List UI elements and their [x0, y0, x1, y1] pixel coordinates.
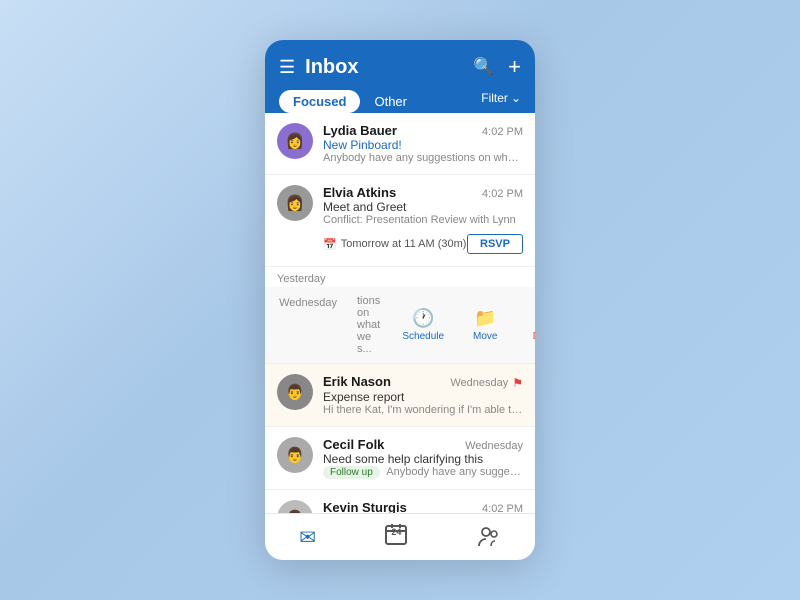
rsvp-time: 📅 Tomorrow at 11 AM (30m)	[323, 238, 466, 251]
move-icon: 📁	[474, 308, 496, 329]
add-icon[interactable]: +	[508, 54, 521, 80]
email-time: 4:02 PM	[482, 503, 523, 513]
move-label: Move	[473, 331, 497, 342]
header-right: 🔍 +	[473, 54, 521, 80]
email-preview: Hi there Kat, I'm wondering if I'm able …	[323, 404, 523, 416]
tab-focused[interactable]: Focused	[279, 90, 360, 113]
schedule-label: Schedule	[402, 331, 444, 342]
phone-container: ☰ Inbox 🔍 + Focused Other Filter ⌄ 👩	[265, 40, 535, 560]
calendar-icon: 📅	[323, 238, 337, 251]
sender-name: Erik Nason	[323, 374, 391, 389]
sender-name: Cecil Folk	[323, 437, 384, 452]
email-header-row: Erik Nason Wednesday ⚑	[323, 374, 523, 390]
email-time: 4:02 PM	[482, 126, 523, 138]
email-time: Wednesday	[465, 440, 523, 452]
page-title: Inbox	[305, 56, 358, 79]
email-preview: Follow up Anybody have any suggestions o…	[323, 466, 523, 479]
tab-row: Focused Other Filter ⌄	[279, 90, 521, 113]
email-header-row: Elvia Atkins 4:02 PM	[323, 185, 523, 200]
avatar-erik: 👨	[277, 374, 313, 410]
search-icon[interactable]: 🔍	[473, 57, 494, 77]
email-header-row: Cecil Folk Wednesday	[323, 437, 523, 452]
email-content-elvia: Elvia Atkins 4:02 PM Meet and Greet Conf…	[323, 185, 523, 256]
mail-icon: ✉	[299, 525, 316, 550]
filter-button[interactable]: Filter ⌄	[481, 91, 521, 113]
email-header-row: Kevin Sturgis 4:02 PM	[323, 500, 523, 513]
email-content-erik: Erik Nason Wednesday ⚑ Expense report Hi…	[323, 374, 523, 416]
people-icon	[477, 525, 501, 549]
menu-icon[interactable]: ☰	[279, 57, 295, 78]
email-subject: Expense report	[323, 390, 523, 404]
email-subject: New Pinboard!	[323, 138, 523, 152]
email-content-cecil: Cecil Folk Wednesday Need some help clar…	[323, 437, 523, 479]
email-content-kevin: Kevin Sturgis 4:02 PM	[323, 500, 523, 513]
nav-mail[interactable]: ✉	[299, 525, 316, 550]
email-item-erik[interactable]: 👨 Erik Nason Wednesday ⚑ Expense report …	[265, 364, 535, 427]
header-top: ☰ Inbox 🔍 +	[279, 54, 521, 80]
avatar-lydia: 👩	[277, 123, 313, 159]
sender-name: Elvia Atkins	[323, 185, 396, 200]
email-header-row: Lydia Bauer 4:02 PM	[323, 123, 523, 138]
calendar-icon: 24	[384, 522, 408, 552]
rsvp-button[interactable]: RSVP	[467, 234, 523, 254]
flag-icon: ⚑	[512, 376, 523, 390]
sender-name: Lydia Bauer	[323, 123, 397, 138]
header-left: ☰ Inbox	[279, 56, 358, 79]
avatar-elvia: 👩	[277, 185, 313, 221]
email-subject: Need some help clarifying this	[323, 452, 523, 466]
bottom-nav: ✉ 24	[265, 513, 535, 560]
time-flag-group: Wednesday ⚑	[450, 376, 523, 390]
schedule-action-button[interactable]: 🕐 Schedule	[392, 287, 454, 363]
email-time: Wednesday	[450, 377, 508, 389]
action-buttons: 🕐 Schedule 📁 Move 🗑 Delete	[392, 287, 535, 363]
chevron-down-icon: ⌄	[511, 91, 521, 105]
swiped-preview: tions on what we s...	[345, 287, 392, 363]
nav-people[interactable]	[477, 525, 501, 549]
email-item-lydia[interactable]: 👩 Lydia Bauer 4:02 PM New Pinboard! Anyb…	[265, 113, 535, 175]
email-item-cecil[interactable]: 👨 Cecil Folk Wednesday Need some help cl…	[265, 427, 535, 490]
email-item-kevin[interactable]: 👨 Kevin Sturgis 4:02 PM	[265, 490, 535, 513]
rsvp-row: 📅 Tomorrow at 11 AM (30m) RSVP	[323, 230, 523, 256]
move-action-button[interactable]: 📁 Move	[454, 287, 516, 363]
email-content-lydia: Lydia Bauer 4:02 PM New Pinboard! Anybod…	[323, 123, 523, 164]
email-item-elvia[interactable]: 👩 Elvia Atkins 4:02 PM Meet and Greet Co…	[265, 175, 535, 267]
delete-action-button[interactable]: 🗑 Delete	[516, 287, 535, 363]
nav-calendar[interactable]: 24	[384, 522, 408, 552]
sender-name: Kevin Sturgis	[323, 500, 407, 513]
email-time: 4:02 PM	[482, 188, 523, 200]
avatar-cecil: 👨	[277, 437, 313, 473]
calendar-day: 24	[391, 527, 401, 537]
email-list: 👩 Lydia Bauer 4:02 PM New Pinboard! Anyb…	[265, 113, 535, 513]
delete-label: Delete	[533, 331, 535, 342]
email-subject: Meet and Greet	[323, 200, 523, 214]
tab-other[interactable]: Other	[366, 90, 415, 113]
schedule-icon: 🕐	[412, 308, 434, 329]
swipe-row: Wednesday tions on what we s... 🕐 Schedu…	[265, 287, 535, 364]
avatar-kevin: 👨	[277, 500, 313, 513]
header: ☰ Inbox 🔍 + Focused Other Filter ⌄	[265, 40, 535, 113]
date-separator-yesterday: Yesterday	[265, 267, 535, 287]
tabs: Focused Other	[279, 90, 415, 113]
follow-up-tag: Follow up	[323, 466, 380, 479]
date-separator-wednesday: Wednesday	[265, 287, 345, 363]
email-preview: Anybody have any suggestions on what we …	[323, 152, 523, 164]
email-preview: Conflict: Presentation Review with Lynn	[323, 214, 523, 226]
